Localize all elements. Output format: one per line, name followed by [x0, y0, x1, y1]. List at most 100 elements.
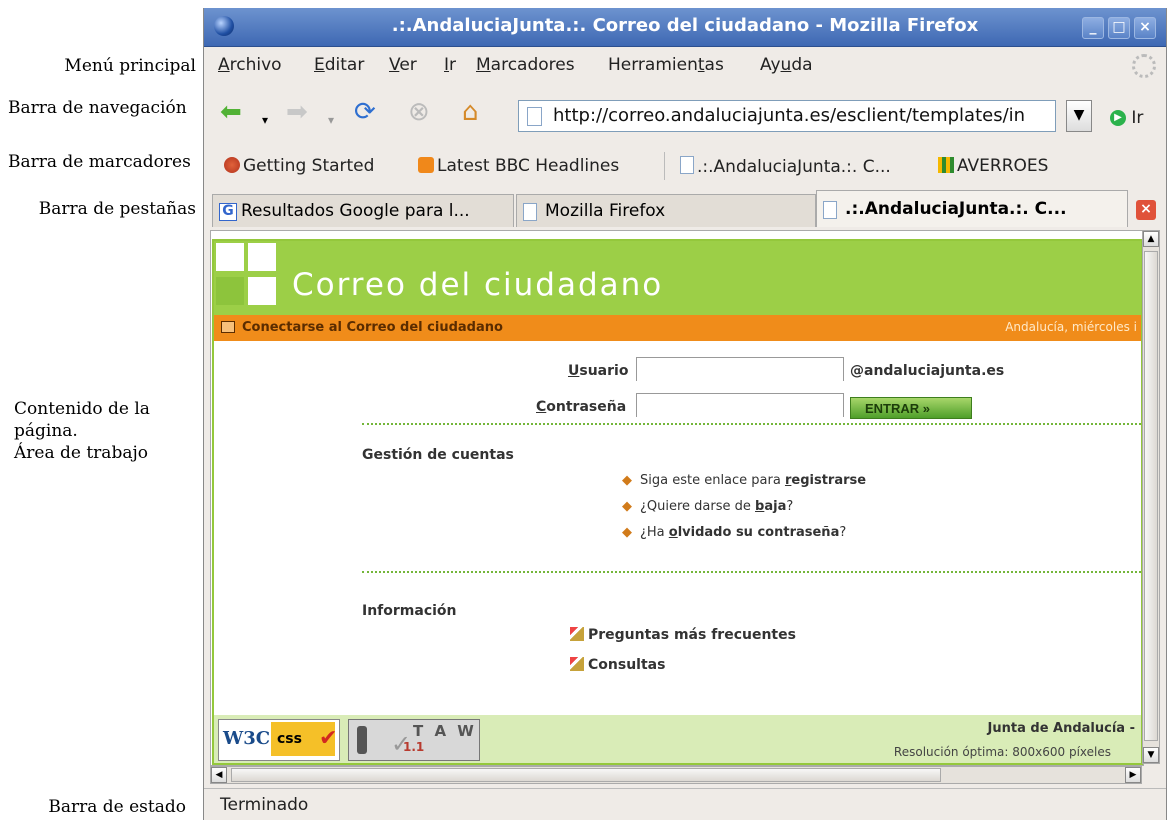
status-bar: Terminado — [204, 788, 1166, 821]
page-icon — [523, 203, 537, 221]
bookmark-andaluciajunta[interactable]: .:.AndaluciaJunta.:. C... — [680, 156, 891, 177]
web-page: Correo del ciudadano Conectarse al Corre… — [212, 239, 1143, 765]
taw-version: 1.1 — [403, 740, 425, 754]
reload-button[interactable]: ⟳ — [354, 98, 376, 126]
annotation-content-line3: Área de trabajo — [14, 443, 148, 463]
w3c-css-badge[interactable]: W3C css ✔ — [218, 719, 340, 761]
stop-button[interactable]: ⊗ — [408, 98, 430, 126]
tab-bar: G Resultados Google para l... Mozilla Fi… — [204, 188, 1166, 232]
firefox-icon — [224, 157, 240, 173]
section-bar: Conectarse al Correo del ciudadano Andal… — [214, 315, 1141, 341]
forward-button[interactable]: ➡ — [286, 98, 308, 126]
menu-ir[interactable]: Ir — [444, 55, 456, 75]
menu-marcadores[interactable]: Marcadores — [476, 55, 575, 75]
bookmarks-bar: Getting Started Latest BBC Headlines .:.… — [204, 144, 1166, 188]
annotation-menu: Menú principal — [64, 56, 196, 76]
pencil-icon — [570, 657, 584, 671]
tab-andaluciajunta[interactable]: .:.AndaluciaJunta.:. C... — [816, 190, 1128, 227]
logo-square — [216, 243, 244, 271]
bookmark-averroes[interactable]: AVERROES — [938, 156, 1048, 176]
contrasena-label: Contraseña — [536, 399, 627, 415]
forgot-password-link[interactable]: ◆ ¿Ha olvidado su contraseña? — [622, 525, 846, 540]
url-input[interactable] — [553, 103, 1049, 127]
title-bar[interactable]: .:.AndaluciaJunta.:. Correo del ciudadan… — [204, 8, 1166, 47]
annotation-content-line1: Contenido de la — [14, 399, 150, 419]
info-title: Información — [362, 603, 457, 619]
address-bar[interactable] — [518, 100, 1056, 132]
consultas-link[interactable]: Consultas — [570, 657, 665, 673]
home-button[interactable]: ⌂ — [462, 98, 479, 126]
traffic-light-icon — [357, 726, 367, 754]
vertical-scroll-thumb[interactable] — [1144, 251, 1158, 741]
date-text: Andalucía, miércoles i — [1005, 320, 1137, 334]
taw-logo: T A W — [413, 722, 477, 740]
annotation-status: Barra de estado — [48, 797, 186, 817]
password-input[interactable] — [637, 394, 843, 417]
go-button[interactable]: ▶ Ir — [1110, 108, 1143, 128]
site-banner: Correo del ciudadano — [214, 241, 1141, 315]
browser-window: .:.AndaluciaJunta.:. Correo del ciudadan… — [203, 8, 1167, 820]
section-bar-title: Conectarse al Correo del ciudadano — [242, 320, 503, 335]
bookmark-bbc[interactable]: Latest BBC Headlines — [418, 156, 619, 176]
vertical-scrollbar[interactable]: ▲ ▼ — [1142, 230, 1160, 764]
scroll-down-icon[interactable]: ▼ — [1143, 747, 1159, 763]
contrasena-field[interactable] — [636, 393, 844, 417]
entrar-button[interactable]: ENTRAR » — [850, 397, 972, 419]
logo-square — [248, 243, 276, 271]
usuario-label: Usuario — [568, 363, 629, 379]
domain-label: @andaluciajunta.es — [850, 363, 1005, 379]
back-dropdown-icon[interactable]: ▾ — [262, 106, 268, 134]
page-viewport: Correo del ciudadano Conectarse al Corre… — [210, 230, 1144, 766]
tab-google[interactable]: G Resultados Google para l... — [212, 194, 514, 227]
register-link[interactable]: ◆ Siga este enlace para registrarse — [622, 473, 866, 488]
diamond-bullet-icon: ◆ — [622, 473, 632, 488]
annotation-content: Contenido de la página. Área de trabajo — [14, 398, 204, 464]
close-button[interactable]: × — [1134, 17, 1156, 39]
scroll-left-icon[interactable]: ◀ — [211, 767, 227, 783]
horizontal-scroll-thumb[interactable] — [231, 768, 941, 782]
usuario-field[interactable] — [636, 357, 844, 381]
gestion-title: Gestión de cuentas — [362, 447, 514, 463]
menu-editar[interactable]: Editar — [314, 55, 364, 75]
w3c-logo: W3C — [223, 728, 271, 749]
scroll-right-icon[interactable]: ▶ — [1125, 767, 1141, 783]
annotation-navigation: Barra de navegación — [8, 98, 187, 118]
scroll-up-icon[interactable]: ▲ — [1143, 231, 1159, 247]
bookmark-separator — [664, 152, 665, 180]
menu-ver[interactable]: Ver — [389, 55, 417, 75]
diamond-bullet-icon: ◆ — [622, 525, 632, 540]
menu-archivo[interactable]: Archivo — [218, 55, 282, 75]
unsubscribe-link[interactable]: ◆ ¿Quiere darse de baja? — [622, 499, 793, 514]
page-icon — [823, 201, 837, 219]
pencil-icon — [570, 627, 584, 641]
page-icon — [680, 156, 694, 174]
site-title: Correo del ciudadano — [292, 267, 664, 303]
forward-dropdown-icon[interactable]: ▾ — [328, 106, 334, 134]
annotation-bookmarks: Barra de marcadores — [8, 152, 191, 172]
taw-badge[interactable]: ✓ T A W 1.1 — [348, 719, 480, 761]
url-dropdown-icon[interactable]: ▼ — [1066, 100, 1092, 132]
bookmark-getting-started[interactable]: Getting Started — [224, 156, 374, 176]
menu-bar: Archivo Editar Ver Ir Marcadores Herrami… — [204, 47, 1166, 83]
annotation-tabs: Barra de pestañas — [38, 199, 196, 219]
close-tab-button[interactable]: × — [1136, 200, 1156, 220]
averroes-icon — [938, 157, 954, 173]
diamond-bullet-icon: ◆ — [622, 499, 632, 514]
divider — [362, 571, 1141, 573]
usuario-input[interactable] — [637, 358, 843, 381]
checkmark-icon: ✔ — [319, 726, 338, 751]
footer-resolution: Resolución óptima: 800x600 píxeles — [893, 745, 1111, 759]
google-icon: G — [219, 203, 237, 221]
back-button[interactable]: ⬅ — [220, 98, 242, 126]
rss-icon — [418, 157, 434, 173]
footer-org: Junta de Andalucía - — [987, 721, 1135, 736]
faq-link[interactable]: Preguntas más frecuentes — [570, 627, 796, 643]
tab-mozilla-firefox[interactable]: Mozilla Firefox — [516, 194, 816, 227]
menu-ayuda[interactable]: Ayuda — [760, 55, 813, 75]
menu-herramientas[interactable]: Herramientas — [608, 55, 724, 75]
horizontal-scrollbar[interactable]: ◀ ▶ — [210, 766, 1142, 784]
maximize-button[interactable]: □ — [1108, 17, 1130, 39]
logo-square — [248, 277, 276, 305]
minimize-button[interactable]: _ — [1082, 17, 1104, 39]
status-text: Terminado — [220, 795, 309, 815]
